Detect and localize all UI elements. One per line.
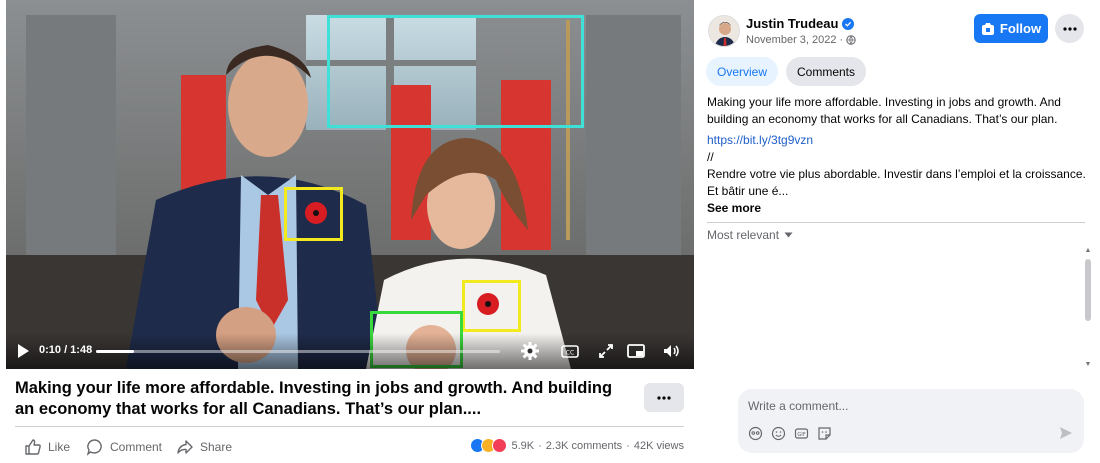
reaction-icons[interactable] (470, 438, 508, 453)
tab-overview[interactable]: Overview (706, 57, 779, 86)
fullscreen-icon[interactable] (596, 341, 616, 361)
video-frame-image (6, 0, 694, 369)
post-more-button[interactable] (644, 383, 684, 412)
scrollbar-thumb[interactable] (1085, 259, 1091, 321)
post-sidebar: Justin Trudeau November 3, 2022 · Follow… (694, 0, 1100, 463)
comment-input[interactable] (748, 397, 1048, 415)
like-button[interactable]: Like (24, 437, 70, 457)
description-english: Making your life more affordable. Invest… (707, 95, 1061, 126)
sidebar-more-button[interactable] (1055, 14, 1084, 43)
description-link[interactable]: https://bit.ly/3tg9vzn (707, 132, 1087, 149)
share-button[interactable]: Share (176, 437, 232, 457)
avatar-sticker-icon[interactable] (748, 426, 763, 441)
divider (15, 426, 684, 427)
comment-bubble-icon (86, 439, 102, 456)
thumbs-up-icon (25, 439, 41, 455)
post-date-row: November 3, 2022 · (746, 34, 856, 46)
divider (707, 222, 1085, 223)
more-dots-icon (1062, 26, 1077, 31)
tab-comments[interactable]: Comments (786, 57, 867, 86)
caret-down-icon (784, 232, 793, 238)
comment-sort-dropdown[interactable]: Most relevant (707, 228, 793, 242)
sticker-icon[interactable] (817, 426, 832, 441)
video-progress-bar[interactable] (96, 350, 500, 353)
follow-label: Follow (999, 21, 1042, 36)
verified-badge-icon (842, 17, 855, 30)
sidebar-scrollbar[interactable]: ▲ ▼ (1084, 247, 1092, 371)
follow-icon (981, 22, 994, 35)
love-reaction-icon (492, 438, 508, 453)
description-french: Rendre votre vie plus abordable. Investi… (707, 167, 1086, 198)
stats-separator: · (626, 439, 630, 452)
scroll-up-icon[interactable]: ▲ (1084, 247, 1092, 255)
play-icon[interactable] (16, 343, 30, 359)
closed-captions-icon[interactable]: CC (560, 341, 580, 361)
stats-separator: · (538, 439, 542, 452)
like-label: Like (48, 440, 71, 454)
author-name-row: Justin Trudeau (746, 16, 855, 31)
avatar-image (709, 16, 739, 46)
emoji-icon[interactable] (771, 426, 786, 441)
post-caption: Making your life more affordable. Invest… (15, 379, 613, 418)
post-stats: 5.9K · 2.3K comments · 42K views (470, 438, 684, 453)
comment-count[interactable]: 2.3K comments (546, 440, 622, 452)
author-avatar[interactable] (708, 15, 740, 47)
video-player[interactable]: 0:10 / 1:48 CC (6, 0, 694, 369)
reaction-count[interactable]: 5.9K (511, 440, 534, 452)
description-separator: // (707, 150, 714, 164)
post-description: Making your life more affordable. Invest… (707, 94, 1087, 217)
video-progress-fill (96, 350, 134, 353)
share-arrow-icon (177, 440, 193, 454)
follow-button[interactable]: Follow (974, 14, 1048, 43)
share-label: Share (200, 440, 233, 454)
comment-label: Comment (110, 440, 163, 454)
author-name[interactable]: Justin Trudeau (746, 16, 838, 31)
picture-in-picture-icon[interactable] (626, 341, 646, 361)
scroll-down-icon[interactable]: ▼ (1084, 361, 1092, 369)
see-more-link[interactable]: See more (707, 200, 1087, 217)
video-time: 0:10 / 1:48 (39, 344, 93, 356)
video-controls-bar: 0:10 / 1:48 CC (6, 333, 694, 369)
gif-icon[interactable]: GIF (794, 426, 809, 441)
more-dots-icon (657, 395, 671, 400)
svg-text:GIF: GIF (797, 432, 805, 438)
post-date[interactable]: November 3, 2022 · (746, 34, 843, 46)
globe-icon (846, 35, 856, 45)
settings-gear-icon[interactable] (520, 341, 540, 361)
volume-icon[interactable] (661, 341, 681, 361)
svg-text:CC: CC (566, 350, 574, 357)
send-icon[interactable] (1058, 425, 1074, 441)
comment-button[interactable]: Comment (86, 437, 162, 457)
view-count: 42K views (633, 439, 684, 452)
sort-label: Most relevant (707, 228, 780, 242)
comment-composer: GIF (738, 389, 1084, 453)
